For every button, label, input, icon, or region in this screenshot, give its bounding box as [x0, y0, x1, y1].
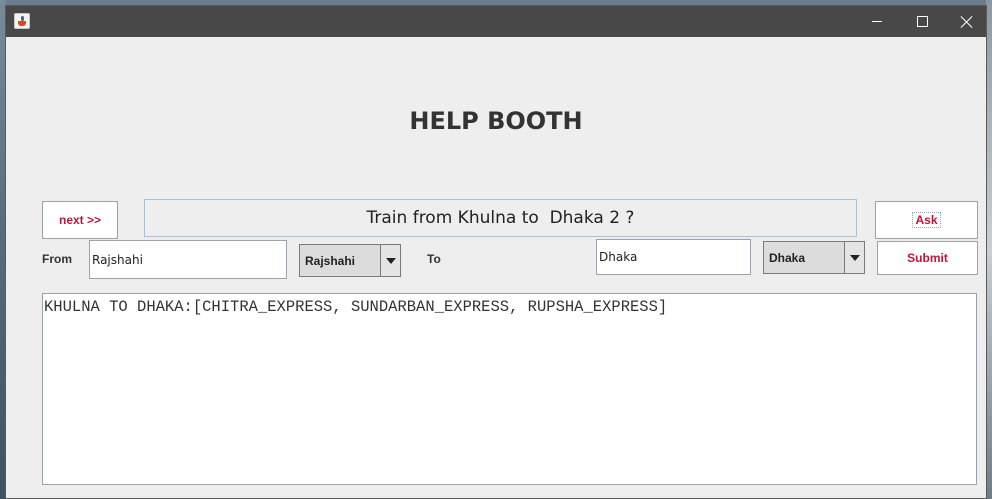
page-title: HELP BOOTH: [409, 107, 583, 135]
to-text-field[interactable]: Dhaka: [596, 239, 751, 275]
ask-button[interactable]: Ask: [875, 201, 978, 239]
maximize-button[interactable]: [899, 6, 945, 37]
title-bar[interactable]: [6, 6, 986, 37]
from-combo-selected: Rajshahi: [302, 247, 380, 274]
to-combo-dropdown-button[interactable]: [844, 242, 864, 273]
chevron-down-icon: [849, 254, 860, 261]
minimize-button[interactable]: [854, 6, 900, 37]
close-button[interactable]: [944, 6, 990, 37]
maximize-icon: [916, 16, 928, 27]
from-combo-dropdown-button[interactable]: [380, 245, 400, 276]
from-combo-box[interactable]: Rajshahi: [299, 244, 401, 277]
close-icon: [961, 16, 973, 28]
ask-button-label: Ask: [912, 212, 941, 228]
to-combo-box[interactable]: Dhaka: [763, 241, 865, 274]
from-label: From: [42, 252, 72, 266]
next-button[interactable]: next >>: [42, 201, 118, 239]
from-text-field[interactable]: Rajshahi: [89, 240, 287, 279]
java-coffee-cup-icon[interactable]: [14, 13, 30, 29]
chevron-down-icon: [385, 257, 396, 264]
result-text-area[interactable]: KHULNA TO DHAKA:[CHITRA_EXPRESS, SUNDARB…: [42, 293, 977, 485]
to-label: To: [427, 252, 441, 266]
question-display: Train from Khulna to Dhaka 2 ?: [144, 199, 857, 237]
minimize-icon: [872, 21, 882, 22]
app-window: HELP BOOTH next >> Train from Khulna to …: [5, 5, 987, 499]
submit-button[interactable]: Submit: [877, 241, 978, 275]
to-combo-selected: Dhaka: [766, 244, 844, 271]
